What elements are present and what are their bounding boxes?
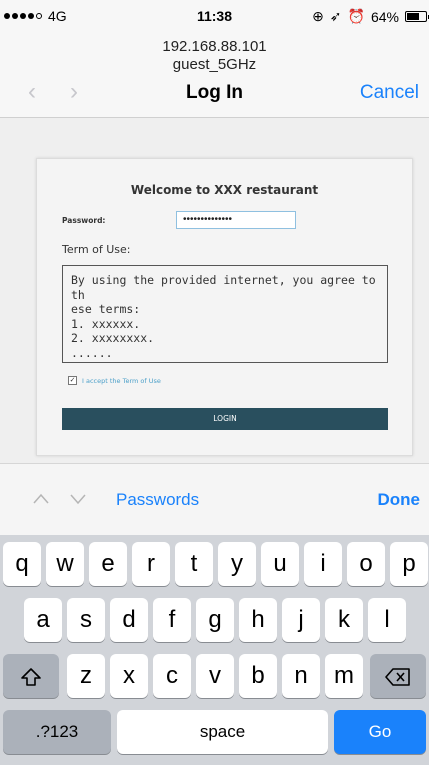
key-i[interactable]: i [304, 542, 342, 586]
keyboard-accessory-bar: Passwords Done [0, 463, 429, 535]
key-u[interactable]: u [261, 542, 299, 586]
accept-terms-label: I accept the Term of Use [82, 376, 161, 385]
key-g[interactable]: g [196, 598, 234, 642]
term-line: 1. xxxxxx. [71, 316, 141, 331]
backspace-icon [385, 667, 410, 686]
battery-icon [405, 11, 429, 22]
battery-percent: 64% [370, 8, 399, 25]
key-p[interactable]: p [390, 542, 428, 586]
key-b[interactable]: b [239, 654, 277, 698]
space-key[interactable]: space [117, 710, 328, 754]
term-line: ...... [71, 345, 113, 360]
key-d[interactable]: d [110, 598, 148, 642]
accept-terms-checkbox[interactable]: ✓ [68, 376, 77, 385]
login-card: Welcome to XXX restaurant Password: ••••… [36, 158, 413, 456]
network-name: guest_5GHz [172, 56, 257, 73]
key-l[interactable]: l [368, 598, 406, 642]
password-label: Password: [62, 216, 106, 225]
alarm-icon: ⏰ [347, 8, 365, 24]
passwords-button[interactable]: Passwords [116, 490, 199, 510]
key-v[interactable]: v [196, 654, 234, 698]
shift-key[interactable] [3, 654, 59, 698]
password-field[interactable]: •••••••••••••• [176, 211, 296, 229]
key-m[interactable]: m [325, 654, 363, 698]
term-line: ese terms: [71, 302, 141, 316]
keyboard: q w e r t y u i o p a s d f g h j k l z … [0, 535, 429, 765]
key-f[interactable]: f [153, 598, 191, 642]
done-button[interactable]: Done [378, 490, 421, 510]
key-y[interactable]: y [218, 542, 256, 586]
host-address: 192.168.88.101 [162, 38, 267, 55]
key-h[interactable]: h [239, 598, 277, 642]
key-n[interactable]: n [282, 654, 320, 698]
location-icon: ➶ [329, 8, 342, 24]
go-key[interactable]: Go [334, 710, 426, 754]
chevron-up-icon[interactable] [33, 491, 49, 507]
captive-portal-header: 192.168.88.101 guest_5GHz ‹ › Log In Can… [0, 30, 429, 118]
term-of-use-textarea[interactable]: By using the provided internet, you agre… [62, 265, 388, 363]
login-button[interactable]: LOGIN [62, 408, 388, 430]
cancel-button[interactable]: Cancel [360, 82, 419, 104]
key-s[interactable]: s [67, 598, 105, 642]
key-z[interactable]: z [67, 654, 105, 698]
key-t[interactable]: t [175, 542, 213, 586]
term-line: 2. xxxxxxxx. [71, 331, 155, 345]
accept-terms-row[interactable]: ✓ I accept the Term of Use [68, 376, 161, 385]
key-c[interactable]: c [153, 654, 191, 698]
key-x[interactable]: x [110, 654, 148, 698]
key-o[interactable]: o [347, 542, 385, 586]
key-e[interactable]: e [89, 542, 127, 586]
backspace-key[interactable] [370, 654, 426, 698]
status-bar: 4G 11:38 ⊕ ➶ ⏰ 64% [0, 0, 429, 30]
key-r[interactable]: r [132, 542, 170, 586]
status-right: ⊕ ➶ ⏰ 64% [312, 8, 429, 25]
key-a[interactable]: a [24, 598, 62, 642]
key-w[interactable]: w [46, 542, 84, 586]
welcome-heading: Welcome to XXX restaurant [130, 183, 319, 197]
chevron-down-icon[interactable] [70, 491, 86, 507]
key-j[interactable]: j [282, 598, 320, 642]
shift-icon [21, 667, 41, 686]
rotation-lock-icon: ⊕ [312, 8, 324, 24]
web-content: Welcome to XXX restaurant Password: ••••… [0, 118, 429, 463]
key-k[interactable]: k [325, 598, 363, 642]
numbers-key[interactable]: .?123 [3, 710, 111, 754]
term-of-use-label: Term of Use: [62, 243, 131, 256]
term-line: By using the provided internet, you agre… [71, 273, 376, 302]
key-q[interactable]: q [3, 542, 41, 586]
